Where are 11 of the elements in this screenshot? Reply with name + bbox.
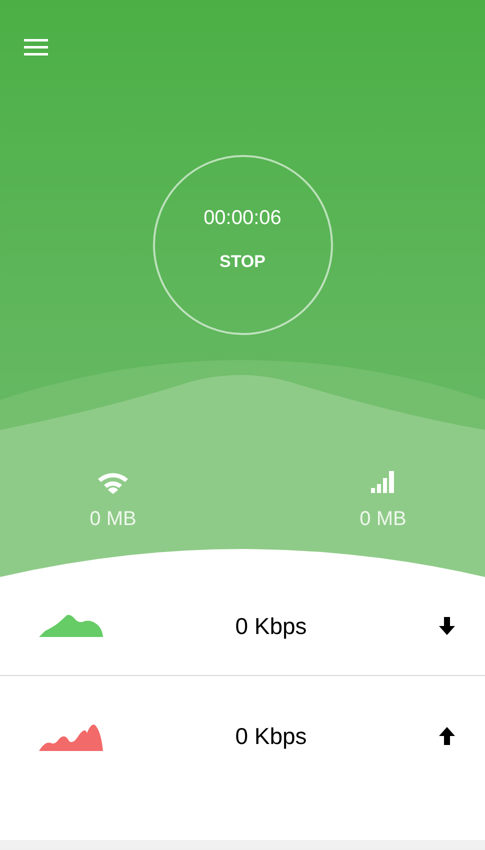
speed-reading: 0 Kbps bbox=[234, 612, 308, 640]
stop-button[interactable]: STOP bbox=[220, 252, 266, 272]
down-arrow-icon bbox=[439, 617, 455, 635]
up-arrow-icon bbox=[439, 727, 455, 745]
menu-button[interactable] bbox=[24, 38, 48, 56]
data-usage: 0 MB bbox=[90, 508, 136, 531]
signal-bars-icon bbox=[370, 470, 396, 494]
speed-reading: 0 Kbps bbox=[234, 722, 308, 750]
elapsed-time: 00:00:06 bbox=[204, 206, 282, 230]
data-usage: 0 MB bbox=[360, 508, 406, 531]
wifi-icon bbox=[96, 470, 130, 494]
